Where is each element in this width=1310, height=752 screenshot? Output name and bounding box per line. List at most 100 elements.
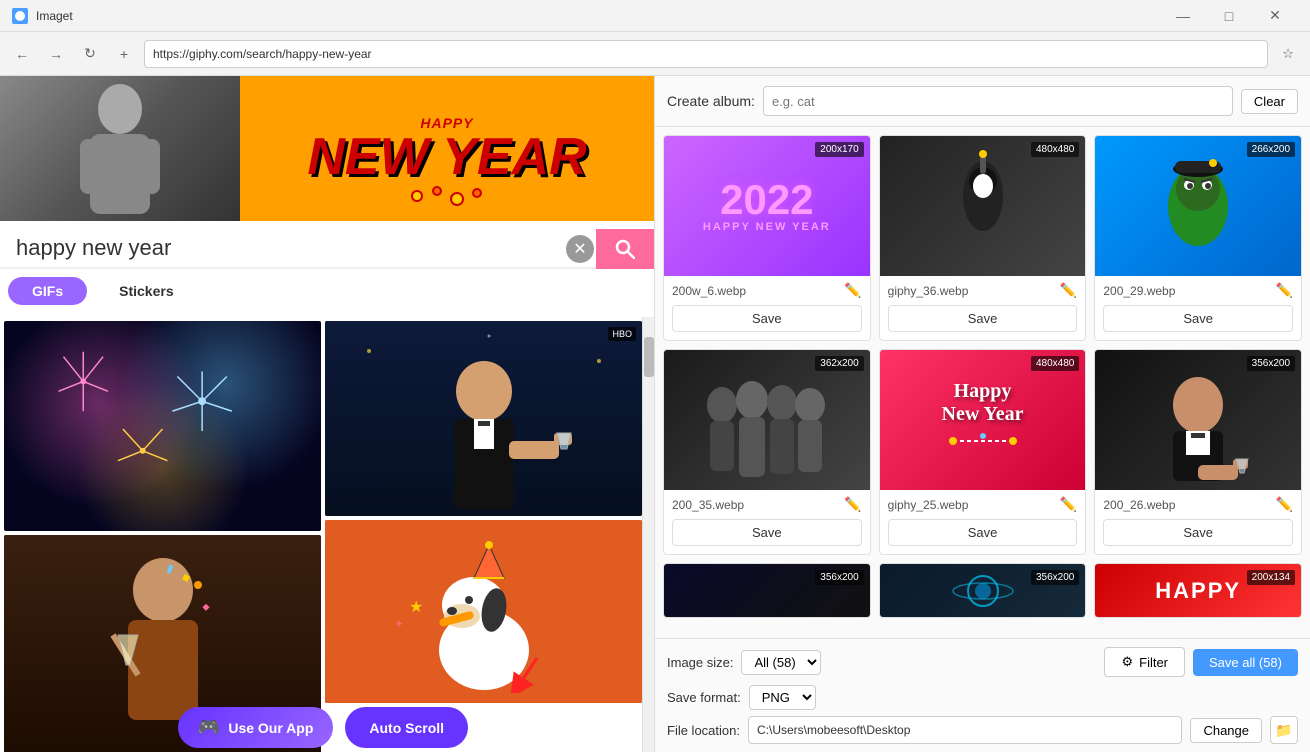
save-button-2[interactable]: Save	[888, 305, 1078, 332]
image-dim-badge-6: 356x200	[1247, 356, 1295, 371]
titlebar-left: Imaget	[12, 8, 73, 24]
edit-icon-4[interactable]: ✏️	[844, 496, 861, 513]
app-icon	[12, 8, 28, 24]
filter-label: Filter	[1139, 655, 1168, 670]
new-tab-button[interactable]: +	[110, 40, 138, 68]
image-card-3: 266x200 200_29.webp ✏️ Save	[1094, 135, 1302, 341]
bottom-controls: Image size: All (58) ⚙ Filter Save all (…	[655, 638, 1310, 752]
image-card-9: HAPPY 200x134	[1094, 563, 1302, 618]
image-info-3: 200_29.webp ✏️	[1095, 276, 1301, 305]
gif-snoopy[interactable]: ★ ✦	[325, 520, 642, 703]
file-location-label: File location:	[667, 723, 740, 738]
edit-icon-3[interactable]: ✏️	[1276, 282, 1293, 299]
2022-text: 2022	[703, 179, 831, 221]
file-location-input[interactable]	[748, 716, 1182, 744]
image-card-4: 362x200 200_35.webp ✏️ Save	[663, 349, 871, 555]
filename-4: 200_35.webp	[672, 498, 744, 512]
edit-icon-6[interactable]: ✏️	[1276, 496, 1293, 513]
image-thumb-6: 356x200	[1095, 350, 1301, 490]
format-select[interactable]: PNG	[749, 685, 816, 710]
hny-small-text: HAPPY NEW YEAR	[703, 221, 831, 233]
gif-grid: HBO	[0, 317, 642, 752]
imaget-panel: Create album: Clear 2022 HAPPY NEW YEAR …	[655, 76, 1310, 752]
gif-dicaprio[interactable]: HBO	[325, 321, 642, 516]
hbo-badge: HBO	[608, 327, 636, 341]
filter-icon: ⚙	[1121, 654, 1133, 670]
image-card-5: Happy New Year 480x480 giphy_	[879, 349, 1087, 555]
edit-icon-5[interactable]: ✏️	[1060, 496, 1077, 513]
tab-stickers[interactable]: Stickers	[95, 277, 197, 305]
use-app-button[interactable]: 🎮 Use Our App	[178, 707, 333, 748]
tab-gifs[interactable]: GIFs	[8, 277, 87, 305]
image-thumb-8: 356x200	[880, 564, 1086, 617]
save-all-button[interactable]: Save all (58)	[1193, 649, 1298, 676]
image-card-7: 356x200	[663, 563, 871, 618]
album-name-input[interactable]	[763, 86, 1233, 116]
format-row: Save format: PNG	[667, 685, 1298, 710]
image-row-2: 362x200 200_35.webp ✏️ Save Happy New Ye…	[663, 349, 1302, 555]
banner-hny-text: NEW YEAR	[307, 131, 586, 183]
image-dim-badge-9: 200x134	[1247, 570, 1295, 585]
image-row-3: 356x200 356x200 HAPPY	[663, 563, 1302, 618]
search-clear-button[interactable]: ✕	[566, 235, 594, 263]
filter-button[interactable]: ⚙ Filter	[1104, 647, 1185, 677]
image-info-4: 200_35.webp ✏️	[664, 490, 870, 519]
bookmark-button[interactable]: ☆	[1274, 40, 1302, 68]
image-dim-badge-4: 362x200	[815, 356, 863, 371]
auto-scroll-button[interactable]: Auto Scroll	[345, 707, 468, 748]
save-button-4[interactable]: Save	[672, 519, 862, 546]
save-button-3[interactable]: Save	[1103, 305, 1293, 332]
image-dim-badge-3: 266x200	[1247, 142, 1295, 157]
image-dim-badge-1: 200x170	[815, 142, 863, 157]
save-button-6[interactable]: Save	[1103, 519, 1293, 546]
image-card-2: 480x480 giphy_36.webp ✏️ Save	[879, 135, 1087, 341]
refresh-button[interactable]: ↻	[76, 40, 104, 68]
location-row: File location: Change 📁	[667, 716, 1298, 744]
titlebar: Imaget — □ ✕	[0, 0, 1310, 32]
image-info-6: 200_26.webp ✏️	[1095, 490, 1301, 519]
filename-1: 200w_6.webp	[672, 284, 746, 298]
album-bar: Create album: Clear	[655, 76, 1310, 127]
create-album-label: Create album:	[667, 93, 755, 109]
clear-button[interactable]: Clear	[1241, 89, 1298, 114]
maximize-button[interactable]: □	[1206, 0, 1252, 32]
image-size-select[interactable]: All (58)	[741, 650, 821, 675]
edit-icon-1[interactable]: ✏️	[844, 282, 861, 299]
gif-fireworks[interactable]	[4, 321, 321, 531]
search-container: ✕	[0, 229, 654, 269]
app-title: Imaget	[36, 9, 73, 23]
forward-button[interactable]: →	[42, 40, 70, 68]
image-thumb-4: 362x200	[664, 350, 870, 490]
edit-icon-2[interactable]: ✏️	[1060, 282, 1077, 299]
giphy-search-area: ✕ GIFs Stickers	[0, 221, 654, 317]
minimize-button[interactable]: —	[1160, 0, 1206, 32]
filename-3: 200_29.webp	[1103, 284, 1175, 298]
giphy-tabs: GIFs Stickers	[0, 277, 654, 305]
image-card-1: 2022 HAPPY NEW YEAR 200x170 200w_6.webp …	[663, 135, 871, 341]
browser-panel: HAPPY NEW YEAR ✕	[0, 76, 655, 752]
image-thumb-7: 356x200	[664, 564, 870, 617]
folder-button[interactable]: 📁	[1270, 716, 1298, 744]
save-button-1[interactable]: Save	[672, 305, 862, 332]
change-button[interactable]: Change	[1190, 718, 1262, 743]
left-panel-scrollbar[interactable]	[642, 317, 654, 752]
close-button[interactable]: ✕	[1252, 0, 1298, 32]
image-grid: 2022 HAPPY NEW YEAR 200x170 200w_6.webp …	[655, 127, 1310, 638]
image-card-6: 356x200 200_26.webp ✏️ Save	[1094, 349, 1302, 555]
image-dim-badge-5: 480x480	[1031, 356, 1079, 371]
back-button[interactable]: ←	[8, 40, 36, 68]
image-size-label: Image size:	[667, 655, 733, 670]
image-dim-badge-8: 356x200	[1031, 570, 1079, 585]
image-thumb-5: Happy New Year 480x480	[880, 350, 1086, 490]
svg-text:★: ★	[409, 599, 423, 616]
save-button-5[interactable]: Save	[888, 519, 1078, 546]
search-input[interactable]	[0, 229, 596, 269]
folder-icon: 📁	[1275, 722, 1292, 739]
app-icon-small: 🎮	[198, 717, 220, 738]
image-size-row: Image size: All (58) ⚙ Filter Save all (…	[667, 647, 1298, 677]
image-card-8: 356x200	[879, 563, 1087, 618]
address-bar[interactable]	[144, 40, 1268, 68]
banner-left	[0, 76, 240, 221]
image-thumb-2: 480x480	[880, 136, 1086, 276]
search-submit-button[interactable]	[596, 229, 654, 269]
